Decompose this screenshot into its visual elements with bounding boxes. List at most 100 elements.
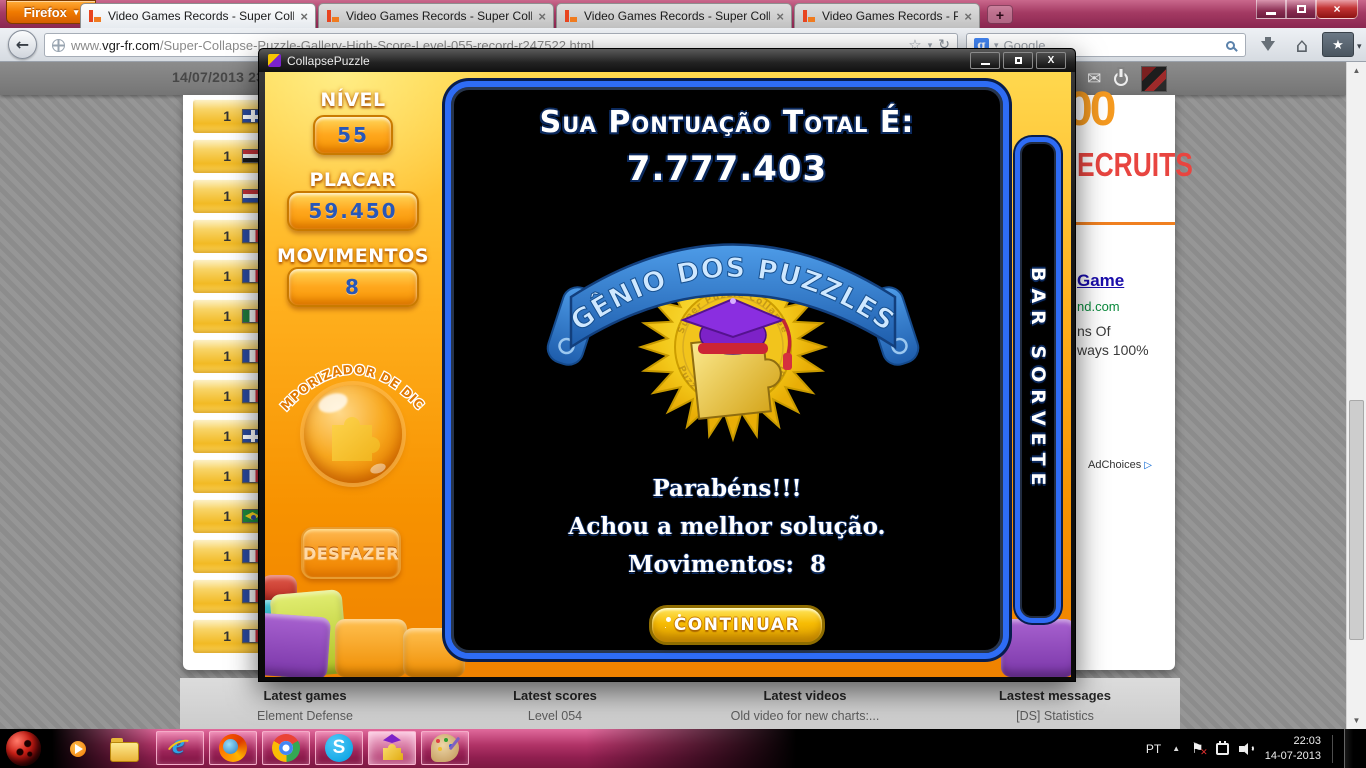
show-desktop-button[interactable] (1344, 729, 1353, 768)
power-plug-icon[interactable] (1215, 741, 1229, 755)
browser-tab[interactable]: Video Games Records - Super Collaps... × (556, 3, 792, 28)
ad-domain: nd.com (1077, 299, 1120, 314)
scrollbar-thumb[interactable] (1349, 400, 1364, 640)
browser-titlebar: Firefox ▾ Video Games Records - Super Co… (0, 0, 1366, 28)
browser-window-controls: × (1256, 0, 1358, 19)
action-center-flag-icon[interactable]: ⚑ ✕ (1191, 741, 1208, 758)
best-solution-text: Achou a melhor solução. (568, 513, 886, 540)
bookmarks-dropdown-icon[interactable]: ▾ (1357, 41, 1362, 52)
footer-link[interactable]: Old video for new charts:... (680, 709, 930, 723)
minimize-button[interactable] (1256, 0, 1286, 19)
power-icon[interactable] (1114, 72, 1129, 86)
footer-link[interactable]: Level 054 (430, 709, 680, 723)
new-tab-button[interactable]: + (987, 5, 1013, 24)
home-button[interactable]: ⌂ (1288, 31, 1316, 59)
taskbar-collapse-puzzle[interactable] (368, 731, 416, 765)
taskbar-skype[interactable] (315, 731, 363, 765)
start-button[interactable] (6, 731, 41, 766)
footer-link[interactable]: Element Defense (180, 709, 430, 723)
footer-title: Latest scores (513, 688, 597, 703)
language-indicator[interactable]: PT (1146, 742, 1161, 756)
tray-clock[interactable]: 22:03 14-07-2013 (1265, 734, 1321, 764)
vgr-favicon (564, 9, 578, 23)
tray-time: 22:03 (1293, 734, 1321, 747)
browser-tab[interactable]: Video Games Records - Super Collaps... × (80, 3, 316, 28)
tab-close-icon[interactable]: × (776, 10, 784, 23)
restore-button[interactable] (1286, 0, 1316, 19)
hint-timer-ball[interactable] (304, 385, 402, 483)
tab-close-icon[interactable]: × (300, 10, 308, 23)
record-rank: 1 (223, 628, 231, 644)
footer-column: Lastest messages [DS] Statistics (930, 688, 1180, 729)
system-tray: PT ▲ ⚑ ✕ 22:03 14-07-2013 (1146, 729, 1366, 768)
game-window: CollapsePuzzle X NÍVEL 55 PLACAR 59.450 … (258, 48, 1076, 682)
game-minimize-icon (980, 62, 990, 65)
home-icon: ⌂ (1295, 33, 1309, 57)
record-rank: 1 (223, 188, 231, 204)
taskbar-firefox[interactable] (209, 731, 257, 765)
tab-title: Video Games Records - Super Collaps... (346, 9, 532, 23)
scroll-down-button[interactable]: ▼ (1347, 712, 1366, 729)
taskbar-internet-explorer[interactable] (156, 728, 204, 765)
record-rank: 1 (223, 508, 231, 524)
browser-tab[interactable]: Video Games Records - Private messa... × (794, 3, 980, 28)
record-rank: 1 (223, 148, 231, 164)
close-button[interactable]: × (1316, 0, 1358, 19)
page-footer: Latest games Element Defense Latest scores… (180, 678, 1180, 729)
page-date: 14/07/2013 23 (172, 69, 265, 85)
ad-text-line2: ways 100% (1077, 342, 1149, 358)
chevron-down-icon: ▾ (73, 6, 79, 17)
firefox-menu-label: Firefox (23, 4, 67, 20)
bookmarks-star-icon: ★ (1332, 36, 1344, 52)
collapse-puzzle-icon (378, 734, 406, 762)
ad-link[interactable]: Game (1077, 271, 1124, 291)
game-content: NÍVEL 55 PLACAR 59.450 MOVIMENTOS 8 TEMP… (265, 72, 1071, 677)
scroll-up-button[interactable]: ▲ (1347, 62, 1366, 79)
score-dialog: Sua Pontuação Total É: 7.777.403 Su er P… (445, 81, 1009, 659)
minimize-icon (1266, 11, 1276, 15)
back-button[interactable]: ← (8, 30, 37, 59)
record-rank: 1 (223, 308, 231, 324)
search-icon[interactable] (1226, 40, 1235, 50)
vgr-favicon (88, 9, 102, 23)
continue-button[interactable]: CONTINUAR (649, 605, 825, 645)
game-restore-button[interactable] (1003, 52, 1033, 69)
taskbar-paint[interactable] (421, 731, 469, 765)
moves-value: 8 (287, 267, 419, 307)
speaker-icon[interactable] (1238, 742, 1254, 755)
tab-close-icon[interactable]: × (538, 10, 546, 23)
game-minimize-button[interactable] (970, 52, 1000, 69)
game-app-icon (268, 54, 281, 67)
tab-title: Video Games Records - Super Collaps... (108, 9, 294, 23)
taskbar-chrome[interactable] (262, 731, 310, 765)
footer-column: Latest scores Level 054 (430, 688, 680, 729)
scroll-up-icon: ▲ (1352, 66, 1361, 75)
alert-x-icon: ✕ (1200, 747, 1208, 758)
back-arrow-icon: ← (15, 35, 30, 54)
adchoices-link[interactable]: AdChoices ▷ (1088, 459, 1152, 471)
game-titlebar[interactable]: CollapsePuzzle X (259, 49, 1075, 72)
undo-button[interactable]: DESFAZER (301, 527, 401, 579)
tray-expand-icon[interactable]: ▲ (1172, 744, 1180, 753)
tab-strip: Video Games Records - Super Collaps...×V… (80, 3, 1013, 28)
browser-tab[interactable]: Video Games Records - Super Collaps... × (318, 3, 554, 28)
firefox-icon (219, 734, 247, 762)
url-www: www. (71, 37, 103, 53)
bookmarks-button[interactable]: ★ (1322, 32, 1354, 57)
downloads-button[interactable] (1254, 31, 1282, 59)
footer-link[interactable]: [DS] Statistics (930, 709, 1180, 723)
game-close-button[interactable]: X (1036, 52, 1066, 69)
tab-close-icon[interactable]: × (964, 10, 972, 23)
avatar[interactable] (1141, 66, 1168, 92)
block-purple (1001, 619, 1071, 677)
site-globe-icon (52, 38, 65, 52)
ad-text-line1: ns Of (1077, 323, 1111, 339)
paint-icon (431, 734, 459, 762)
adchoices-label: AdChoices (1088, 459, 1142, 471)
record-rank: 1 (223, 548, 231, 564)
taskbar-apps (156, 728, 469, 765)
page-scrollbar[interactable]: ▲ ▼ (1346, 62, 1366, 729)
moves-text: Movimentos: 8 (627, 551, 826, 578)
record-rank: 1 (223, 588, 231, 604)
score-value: 59.450 (287, 191, 419, 231)
